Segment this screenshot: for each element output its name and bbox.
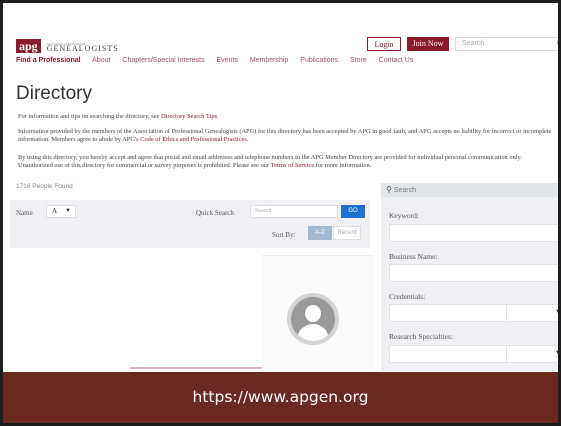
quick-search-label: Quick Search [196,209,234,217]
card-accent-line [130,367,262,369]
header-search-placeholder: Search [462,40,485,47]
website-url: https://www.apgen.org [192,388,369,406]
avatar-head [305,305,321,322]
header-search-input[interactable]: Search G [455,37,558,51]
chevron-down-icon: ▼ [555,309,561,315]
main-nav: Find a Professional About Chapters/Speci… [16,57,423,64]
go-button[interactable]: GO [341,205,365,218]
search-panel-title: Search [393,187,416,194]
nav-about[interactable]: About [92,57,110,64]
avatar-body [297,324,329,341]
nav-events[interactable]: Events [216,57,237,64]
apg-logo[interactable]: apg Association of Professional GENEALOG… [16,37,119,55]
avatar-placeholder-icon [287,293,339,345]
sort-az-button[interactable]: A-Z [308,226,332,240]
search-icon: ⚲ [386,185,392,194]
directory-search-tips-link[interactable]: Directory Search Tips [161,113,217,120]
liability-period: . [246,136,249,144]
url-banner: https://www.apgen.org [3,372,558,423]
nav-contact-us[interactable]: Contact Us [379,57,414,64]
name-filter-label: Name [16,209,33,217]
page-title: Directory [16,83,93,104]
terms-tail: for more information. [314,162,372,170]
sort-recent-button[interactable]: Recent [333,226,361,240]
business-name-input[interactable] [389,264,558,282]
chevron-down-icon: ▼ [65,208,71,214]
keyword-label: Keyword: [389,211,419,220]
tips-period: . [217,113,219,120]
logo-text: Association of Professional GENEALOGISTS [46,41,119,53]
name-letter-value: A [52,207,58,215]
logo-mark: apg [16,39,41,54]
logo-wordmark: GENEALOGISTS [46,43,119,53]
liability-text: Information provided by the members of t… [18,128,552,144]
nav-publications[interactable]: Publications [300,57,338,64]
nav-chapters[interactable]: Chapters/Special Interests [122,57,204,64]
quick-search-input[interactable]: Search [250,205,338,218]
intro-paragraph-tips: For information and tips on searching th… [18,113,558,121]
search-icon[interactable]: G [557,38,558,50]
select-divider [506,346,507,362]
select-divider [506,305,507,321]
search-panel-header: ⚲ Search [381,183,558,197]
results-count: 1716 People Found [16,183,73,190]
join-now-button[interactable]: Join Now [407,37,449,51]
tips-text: For information and tips on searching th… [18,113,161,120]
name-letter-select[interactable]: A ▼ [46,205,76,218]
nav-membership[interactable]: Membership [250,57,289,64]
screenshot-frame: apg Association of Professional GENEALOG… [0,0,561,426]
keyword-input[interactable] [389,224,558,242]
intro-paragraph-terms: By using this directory, you hereby acce… [18,154,558,171]
code-of-ethics-link[interactable]: Code of Ethics and Professional Practice… [140,136,247,143]
chevron-down-icon: ▼ [555,350,561,356]
nav-store[interactable]: Store [350,57,367,64]
nav-find-a-professional[interactable]: Find a Professional [16,57,81,64]
sort-by-label: Sort By: [272,231,296,239]
terms-of-service-link[interactable]: Terms of Service [271,162,315,169]
intro-paragraph-liability: Information provided by the members of t… [18,128,558,145]
research-specialties-select[interactable]: ▼ [389,345,561,363]
business-name-label: Business Name: [389,252,438,261]
credentials-label: Credentials: [389,292,426,301]
credentials-select[interactable]: ▼ [389,304,561,322]
research-specialties-label: Research Specialties: [389,332,453,341]
login-button[interactable]: Login [367,37,401,51]
